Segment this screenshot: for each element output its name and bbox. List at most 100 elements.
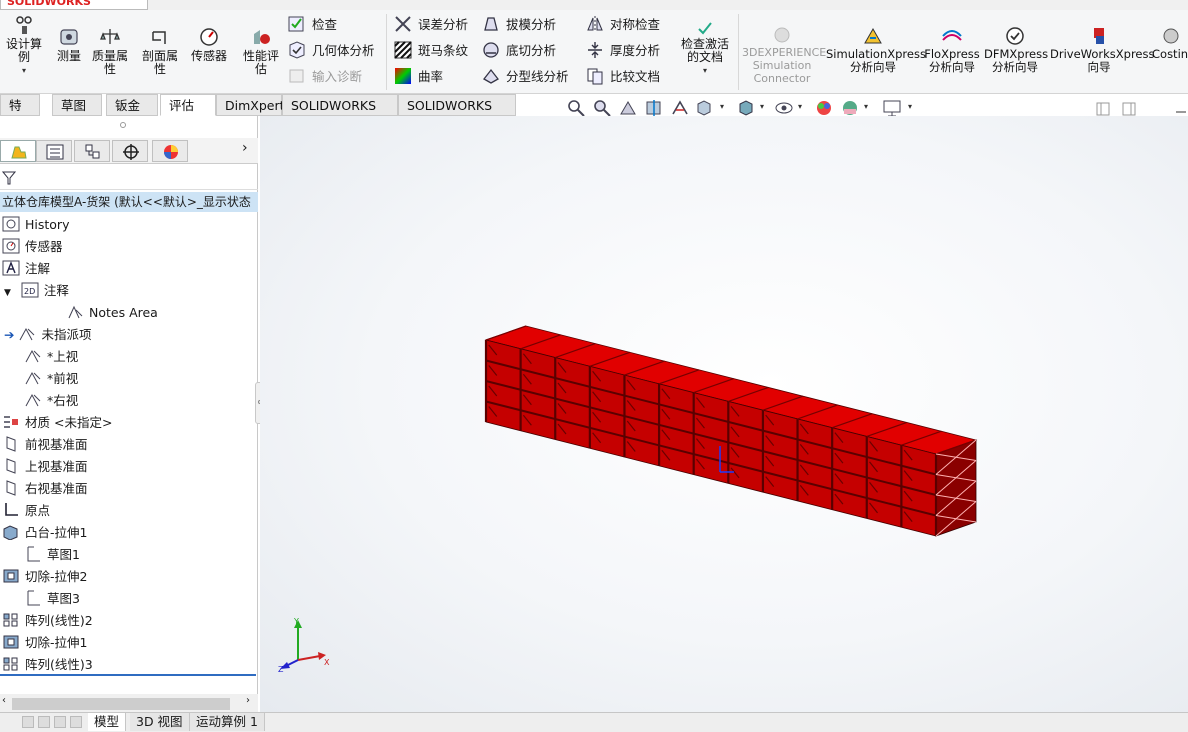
tab-sheet-metal[interactable]: 钣金 [106, 94, 158, 116]
panel-grip-icon[interactable] [120, 122, 126, 128]
tree-item-linear-pattern3[interactable]: 阵列(线性)3 [2, 654, 93, 676]
last-tab-icon[interactable] [70, 716, 82, 728]
tab-dimxpert-manager[interactable] [112, 140, 148, 162]
parting-line-analysis-button[interactable]: 分型线分析 [482, 66, 569, 88]
curvature-button[interactable]: 曲率 [394, 66, 443, 88]
mass-properties-button[interactable]: 质量属性 [88, 26, 132, 76]
performance-eval-button[interactable]: 性能评估 [238, 26, 284, 76]
horizontal-scrollbar[interactable]: ‹ › [0, 694, 258, 712]
measure-button[interactable]: 测量 [52, 26, 86, 63]
chevron-down-icon[interactable]: ▾ [720, 102, 724, 111]
tree-item-annotations[interactable]: 注解 [2, 258, 50, 280]
tree-item-notes-area[interactable]: Notes Area [66, 302, 158, 324]
tree-item-material[interactable]: 材质 <未指定> [2, 412, 112, 434]
costing-button[interactable]: Costin [1152, 26, 1188, 61]
minimize-icon[interactable] [1174, 104, 1188, 116]
sensors-button[interactable]: 传感器 [186, 26, 232, 63]
tree-item-sketch3[interactable]: 草图3 [24, 588, 80, 610]
tab-display-manager[interactable] [152, 140, 188, 162]
dynamic-annotation-icon[interactable] [670, 98, 690, 118]
tab-property-manager[interactable] [36, 140, 72, 162]
tab-sketch[interactable]: 草图 [52, 94, 102, 116]
3dx-simulation-connector-button[interactable]: 3DEXPERIENCE Simulation Connector [742, 26, 826, 85]
tree-item-notes[interactable]: ▼ 2D 注释 [4, 280, 69, 302]
prev-tab-icon[interactable] [38, 716, 50, 728]
tab-motion-study-1[interactable]: 运动算例 1 [190, 713, 265, 731]
tab-solidworks-mbd[interactable]: SOLIDWORKS MBD [398, 94, 516, 134]
zebra-stripes-button[interactable]: 斑马条纹 [394, 40, 468, 62]
next-tab-icon[interactable] [54, 716, 66, 728]
chevron-down-icon[interactable]: ▾ [676, 64, 734, 77]
tree-item-history[interactable]: History [2, 214, 69, 236]
view-orientation-icon[interactable] [694, 98, 714, 118]
compare-documents-button[interactable]: 比较文档 [586, 66, 660, 88]
graphics-area[interactable]: Y X Z [260, 116, 1188, 712]
deviation-analysis-button[interactable]: 误差分析 [394, 14, 468, 36]
tree-item-top-view[interactable]: *上视 [24, 346, 78, 368]
tree-item-boss-extrude1[interactable]: 凸台-拉伸1 [2, 522, 87, 544]
section-view-icon[interactable] [644, 98, 664, 118]
tab-features[interactable]: 特征 [0, 94, 40, 134]
tree-item-cut-extrude2[interactable]: 切除-拉伸2 [2, 566, 87, 588]
tree-item-right-plane[interactable]: 右视基准面 [2, 478, 88, 500]
chevron-down-icon[interactable]: ▾ [760, 102, 764, 111]
driveworksxpress-button[interactable]: DriveWorksXpress 向导 [1050, 26, 1154, 74]
edit-appearance-icon[interactable] [814, 98, 834, 118]
rack-model[interactable] [260, 116, 1188, 712]
tree-item-front-plane[interactable]: 前视基准面 [2, 434, 88, 456]
tab-solidworks-addins[interactable]: SOLIDWORKS 插件 [282, 94, 398, 134]
tree-item-cut-extrude1[interactable]: 切除-拉伸1 [2, 632, 87, 654]
dfmxpress-button[interactable]: DFMXpress 分析向导 [984, 26, 1048, 74]
import-diagnostics-button[interactable]: 输入诊断 [288, 66, 362, 88]
tree-root-part[interactable]: 立体仓库模型A-货架 (默认<<默认>_显示状态 [0, 192, 258, 212]
tile-right-icon[interactable] [1122, 102, 1136, 116]
tree-item-sensors[interactable]: 传感器 [2, 236, 63, 258]
tree-item-origin[interactable]: 原点 [2, 500, 50, 522]
zoom-to-fit-icon[interactable] [566, 98, 586, 118]
tree-item-front-view[interactable]: *前视 [24, 368, 78, 390]
hide-show-items-icon[interactable] [774, 98, 794, 118]
tile-left-icon[interactable] [1096, 102, 1110, 116]
apply-scene-icon[interactable] [840, 98, 860, 118]
simulationxpress-button[interactable]: SimulationXpress 分析向导 [826, 26, 926, 74]
tab-dimxpert[interactable]: DimXpert [216, 94, 285, 116]
chevron-down-icon[interactable]: ▾ [798, 102, 802, 111]
chevron-right-icon[interactable]: › [246, 695, 250, 706]
tree-item-linear-pattern2[interactable]: 阵列(线性)2 [2, 610, 93, 632]
tab-feature-manager[interactable] [0, 140, 36, 162]
feature-manager-panel: › 立体仓库模型A-货架 (默认<<默认>_显示状态 History 传感器 注… [0, 116, 258, 712]
geometry-analysis-button[interactable]: 几何体分析 [288, 40, 375, 62]
previous-view-icon[interactable] [618, 98, 638, 118]
zoom-to-area-icon[interactable] [592, 98, 612, 118]
tab-model[interactable]: 模型 [88, 713, 127, 731]
chevron-down-icon[interactable]: ▾ [908, 102, 912, 111]
check-button[interactable]: 检查 [288, 14, 337, 36]
chevron-down-icon[interactable]: ▾ [2, 64, 46, 77]
tree-item-sketch1[interactable]: 草图1 [24, 544, 80, 566]
first-tab-icon[interactable] [22, 716, 34, 728]
costing-label: Costin [1152, 47, 1188, 61]
design-study-button[interactable]: 设计算例 ▾ [2, 14, 46, 77]
undercut-analysis-button[interactable]: 底切分析 [482, 40, 556, 62]
section-properties-button[interactable]: 剖面属性 [137, 26, 183, 76]
view-settings-icon[interactable] [882, 98, 902, 118]
tree-item-unassigned[interactable]: ➔ 未指派项 [4, 324, 92, 346]
floxpress-button[interactable]: FloXpress 分析向导 [924, 26, 980, 74]
chevron-left-icon[interactable]: ‹ [2, 695, 6, 706]
symmetry-check-button[interactable]: 对称检查 [586, 14, 660, 36]
scrollbar-thumb[interactable] [12, 698, 230, 710]
tree-item-right-view[interactable]: *右视 [24, 390, 78, 412]
tab-3d-view[interactable]: 3D 视图 [130, 713, 190, 731]
rollback-bar[interactable] [0, 674, 256, 676]
chevron-down-icon[interactable]: ▾ [864, 102, 868, 111]
chevron-right-icon[interactable]: › [242, 140, 248, 156]
draft-analysis-button[interactable]: 拔模分析 [482, 14, 556, 36]
filter-icon[interactable] [2, 170, 16, 186]
check-active-doc-button[interactable]: 检查激活的文档 ▾ [676, 20, 734, 77]
thickness-analysis-button[interactable]: 厚度分析 [586, 40, 660, 62]
expand-arrow-icon[interactable]: ▼ [4, 288, 11, 298]
tree-item-top-plane[interactable]: 上视基准面 [2, 456, 88, 478]
display-style-icon[interactable] [736, 98, 756, 118]
tab-evaluate[interactable]: 评估 [160, 94, 216, 116]
tab-configuration-manager[interactable] [74, 140, 110, 162]
